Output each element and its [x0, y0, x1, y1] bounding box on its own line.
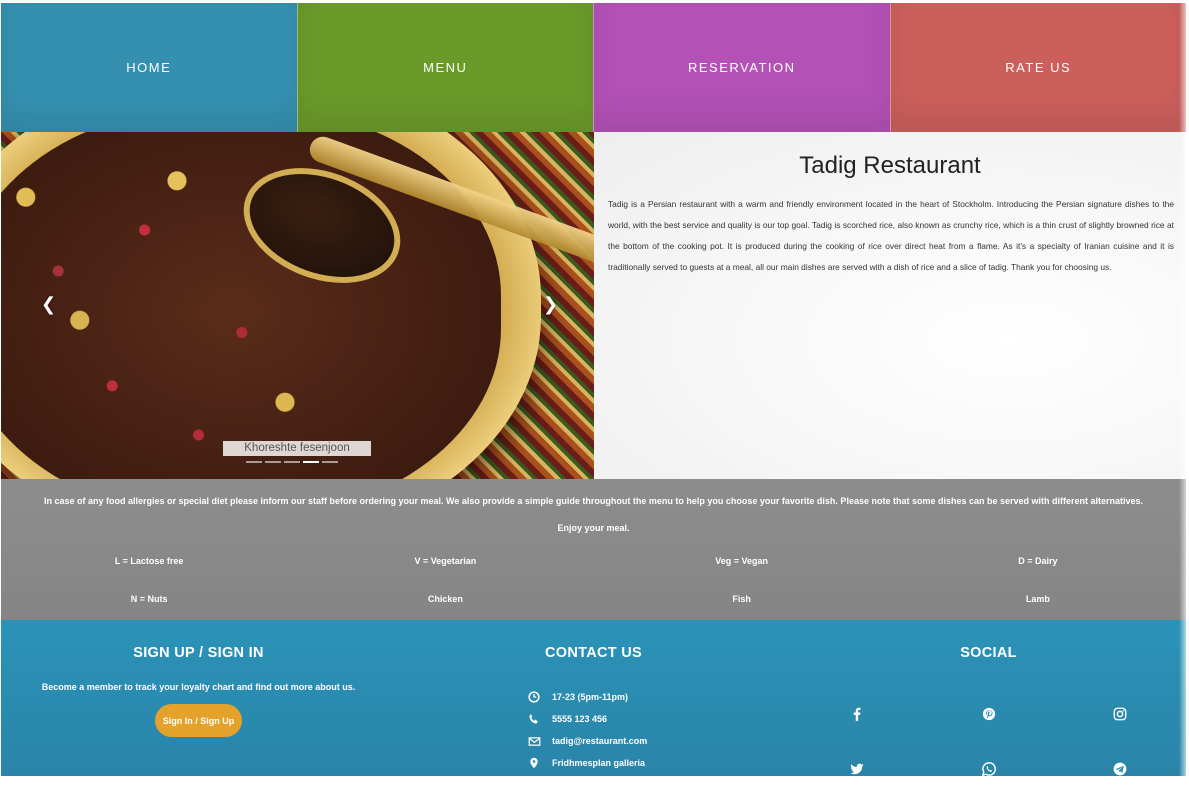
carousel-indicator[interactable]: [322, 461, 338, 463]
carousel-caption: Khoreshte fesenjoon: [223, 441, 371, 456]
legend-item-nuts: N = Nuts: [130, 594, 168, 604]
legend-item-fish: Fish: [732, 594, 751, 604]
nav-rate-us[interactable]: RATE US: [889, 3, 1186, 132]
legend-row: N = Nuts Chicken Fish Lamb: [1, 594, 1186, 604]
contact-email: tadig@restaurant.com: [527, 730, 647, 752]
contact-list: 17-23 (5pm-11pm) 5555 123 456 tadig@rest…: [527, 686, 647, 774]
nav-rate-us-label: RATE US: [1005, 60, 1072, 75]
carousel-indicator-active[interactable]: [303, 461, 319, 463]
nav-reservation[interactable]: RESERVATION: [593, 3, 890, 132]
sign-in-button[interactable]: Sign In / Sign Up: [155, 704, 242, 737]
chevron-right-icon[interactable]: ❯: [543, 294, 558, 315]
main-nav: HOME MENU RESERVATION RATE US: [1, 3, 1186, 132]
nav-home[interactable]: HOME: [1, 3, 297, 132]
envelope-icon: [527, 734, 541, 748]
instagram-icon[interactable]: [1054, 686, 1186, 741]
about-panel: Tadig Restaurant Tadig is a Persian rest…: [594, 132, 1186, 479]
facebook-icon[interactable]: [791, 686, 923, 741]
hero-section: ❮ ❯ Khoreshte fesenjoon Tadig Restaurant…: [1, 132, 1186, 479]
signup-column: SIGN UP / SIGN IN Become a member to tra…: [1, 620, 396, 776]
phone-icon: [527, 712, 541, 726]
legend-item-dairy: D = Dairy: [1018, 556, 1058, 566]
chevron-left-icon[interactable]: ❮: [41, 294, 56, 315]
contact-column: CONTACT US 17-23 (5pm-11pm) 5555 123 456…: [396, 620, 791, 776]
social-row: [791, 686, 1186, 741]
restaurant-description: Tadig is a Persian restaurant with a war…: [608, 199, 1174, 272]
telegram-icon[interactable]: [1054, 741, 1186, 796]
carousel-indicators: [246, 461, 338, 463]
carousel-indicator[interactable]: [284, 461, 300, 463]
nav-menu[interactable]: MENU: [296, 3, 593, 132]
legend-row: L = Lactose free V = Vegetarian Veg = Ve…: [1, 556, 1186, 566]
clock-icon: [527, 690, 541, 704]
restaurant-title: Tadig Restaurant: [799, 152, 981, 179]
nav-reservation-label: RESERVATION: [687, 60, 796, 75]
contact-title: CONTACT US: [545, 645, 642, 661]
map-pin-icon: [527, 756, 541, 770]
signup-title: SIGN UP / SIGN IN: [133, 645, 264, 661]
right-edge-fade: [1179, 0, 1189, 776]
contact-hours-text: 17-23 (5pm-11pm): [552, 692, 629, 702]
nav-home-label: HOME: [126, 60, 172, 75]
legend-item-chicken: Chicken: [427, 594, 463, 604]
contact-hours: 17-23 (5pm-11pm): [527, 686, 647, 708]
contact-phone-text[interactable]: 5555 123 456: [552, 714, 607, 724]
site-footer: SIGN UP / SIGN IN Become a member to tra…: [1, 620, 1186, 776]
legend-item-vegan: Veg = Vegan: [715, 556, 769, 566]
social-row: [791, 741, 1186, 796]
twitter-icon[interactable]: [791, 741, 923, 796]
allergy-info-band: In case of any food allergies or special…: [1, 479, 1186, 620]
contact-address: Fridhmesplan galleria: [527, 752, 647, 774]
allergy-note: In case of any food allergies or special…: [43, 496, 1144, 506]
contact-phone: 5555 123 456: [527, 708, 647, 730]
signup-description: Become a member to track your loyalty ch…: [41, 682, 356, 692]
image-carousel[interactable]: ❮ ❯ Khoreshte fesenjoon: [1, 132, 594, 479]
enjoy-text: Enjoy your meal.: [557, 523, 630, 533]
social-title: SOCIAL: [960, 645, 1017, 661]
pinterest-icon[interactable]: [923, 686, 1055, 741]
legend-item-lactose-free: L = Lactose free: [114, 556, 184, 566]
carousel-indicator[interactable]: [265, 461, 281, 463]
whatsapp-icon[interactable]: [923, 741, 1055, 796]
social-links: [791, 686, 1186, 796]
legend-item-vegetarian: V = Vegetarian: [414, 556, 477, 566]
nav-menu-label: MENU: [423, 60, 468, 75]
legend-item-lamb: Lamb: [1025, 594, 1050, 604]
contact-email-text[interactable]: tadig@restaurant.com: [552, 736, 647, 746]
contact-address-text: Fridhmesplan galleria: [552, 758, 646, 768]
social-column: SOCIAL: [791, 620, 1186, 776]
carousel-indicator[interactable]: [246, 461, 262, 463]
